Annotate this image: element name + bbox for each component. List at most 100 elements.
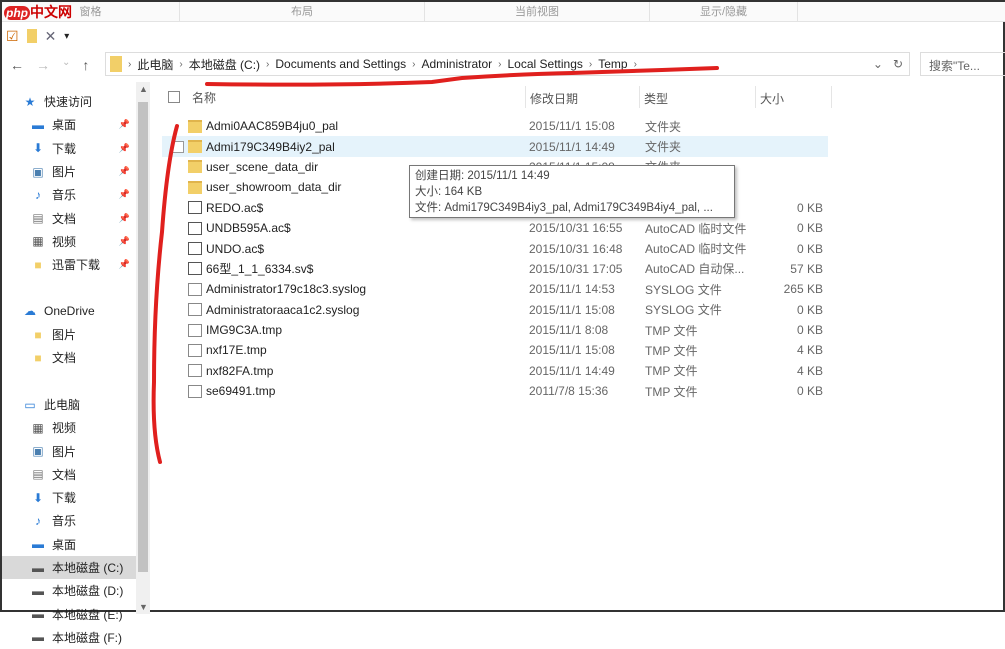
back-button[interactable]: ←: [10, 57, 24, 73]
refresh-icon[interactable]: ↻: [893, 57, 903, 71]
ribbon-group-current-view[interactable]: 当前视图: [425, 2, 650, 21]
ribbon-group-show-hide[interactable]: 显示/隐藏: [650, 2, 798, 21]
sidebar-item[interactable]: ⬇ 下载: [2, 486, 136, 509]
pin-icon[interactable]: 📌: [119, 236, 130, 247]
file-name: nxf82FA.tmp: [206, 363, 274, 378]
file-row[interactable]: UNDO.ac$ 2015/10/31 16:48 AutoCAD 临时文件 0 KB: [162, 238, 828, 258]
sidebar-item[interactable]: ▣ 图片 📌: [2, 160, 136, 183]
folder-tooltip: 创建日期: 2015/11/1 14:49 大小: 164 KB 文件: Adm…: [409, 165, 735, 218]
sidebar-item[interactable]: ▬ 桌面 📌: [2, 113, 136, 136]
column-name-label: 名称: [192, 90, 217, 105]
sidebar-item-label: 音乐: [52, 188, 77, 203]
select-all-checkbox[interactable]: [168, 91, 180, 103]
file-name: se69491.tmp: [206, 384, 276, 399]
sidebar-item[interactable]: ☁ OneDrive: [2, 300, 136, 323]
folder-icon: [188, 180, 202, 194]
navigation-pane: ★ 快速访问 ▬ 桌面 📌 ⬇ 下载 📌 ▣ 图片 📌 ♪ 音乐 📌 ▤ 文档 📌 ▦ 视频 📌 ■ 迅雷下载 📌 ☁ OneD…: [2, 90, 136, 645]
new-folder-icon[interactable]: [26, 29, 37, 43]
sidebar-item[interactable]: ▦ 视频 📌: [2, 230, 136, 253]
file-size: 4 KB: [796, 343, 823, 358]
pin-icon[interactable]: 📌: [119, 213, 130, 224]
cad-icon: [188, 262, 202, 276]
sidebar-item[interactable]: ▬ 本地磁盘 (F:): [2, 626, 136, 649]
sidebar-item[interactable]: ▭ 此电脑: [2, 393, 136, 416]
file-row[interactable]: Admi0AAC859B4ju0_pal 2015/11/1 15:08 文件夹: [162, 116, 828, 136]
column-name[interactable]: 名称: [152, 86, 526, 108]
cad-icon: [188, 201, 202, 215]
column-type[interactable]: 类型: [640, 86, 756, 108]
pin-icon[interactable]: 📌: [119, 166, 130, 177]
address-bar[interactable]: › 此电脑 › 本地磁盘 (C:) › Documents and Settings …: [105, 52, 910, 76]
pin-icon[interactable]: 📌: [119, 119, 130, 130]
file-row[interactable]: Administrator179c18c3.syslog 2015/11/1 14…: [162, 279, 828, 299]
file-name: IMG9C3A.tmp: [206, 323, 283, 338]
sidebar-item[interactable]: ■ 迅雷下载 📌: [2, 253, 136, 276]
file-type: AutoCAD 临时文件: [645, 242, 747, 257]
up-button[interactable]: ↑: [82, 57, 89, 73]
breadcrumb-local-settings[interactable]: Local Settings: [502, 57, 589, 71]
file-row[interactable]: IMG9C3A.tmp 2015/11/1 8:08 TMP 文件 0 KB: [162, 320, 828, 340]
sidebar-item[interactable]: ▤ 文档 📌: [2, 206, 136, 229]
sidebar-item[interactable]: ▬ 本地磁盘 (E:): [2, 603, 136, 626]
pin-icon[interactable]: 📌: [119, 259, 130, 270]
ribbon-group-layout[interactable]: 布局: [180, 2, 425, 21]
file-date: 2015/11/1 14:53: [529, 282, 615, 297]
sidebar-item[interactable]: ▦ 视频: [2, 416, 136, 439]
search-input[interactable]: 搜索"Te...: [920, 52, 1005, 76]
sidebar-item[interactable]: ★ 快速访问: [2, 90, 136, 113]
sidebar-item-label: 图片: [52, 444, 77, 459]
tooltip-files: 文件: Admi179C349B4iy3_pal, Admi179C349B4i…: [415, 202, 713, 214]
sidebar-item[interactable]: ▬ 本地磁盘 (C:): [2, 555, 136, 580]
quick-access-toolbar: ☑ ✕ ▾: [6, 26, 69, 46]
file-date: 2015/11/1 14:49: [529, 139, 615, 154]
file-type: SYSLOG 文件: [645, 303, 722, 318]
forward-button[interactable]: →: [36, 57, 50, 73]
column-date[interactable]: 修改日期: [526, 86, 640, 108]
file-date: 2015/11/1 15:08: [529, 302, 615, 317]
file-row[interactable]: 66型_1_1_6334.sv$ 2015/10/31 17:05 AutoCAD …: [162, 259, 828, 279]
sidebar-item[interactable]: ▬ 本地磁盘 (D:): [2, 579, 136, 602]
sidebar-item-label: 本地磁盘 (D:): [52, 584, 124, 599]
breadcrumb-administrator[interactable]: Administrator: [415, 57, 498, 71]
pin-icon[interactable]: 📌: [119, 189, 130, 200]
sidebar-item[interactable]: ■ 文档: [2, 346, 136, 369]
file-date: 2015/11/1 8:08: [529, 323, 609, 338]
sidebar-item[interactable]: ♪ 音乐: [2, 509, 136, 532]
scrollbar-thumb[interactable]: [138, 102, 148, 572]
breadcrumb-documents-and-settings[interactable]: Documents and Settings: [269, 57, 412, 71]
scroll-down-icon[interactable]: ▼: [139, 602, 148, 612]
file-row[interactable]: UNDB595A.ac$ 2015/10/31 16:55 AutoCAD 临时文件…: [162, 218, 828, 238]
file-size: 0 KB: [796, 241, 823, 256]
breadcrumb-c-drive[interactable]: 本地磁盘 (C:): [183, 56, 266, 73]
sidebar-item[interactable]: ▬ 桌面: [2, 533, 136, 556]
file-list: Admi0AAC859B4ju0_pal 2015/11/1 15:08 文件夹 Ad…: [162, 116, 828, 401]
customize-dropdown-icon[interactable]: ▾: [64, 31, 69, 42]
column-size[interactable]: 大小: [756, 86, 832, 108]
sidebar-item[interactable]: ⬇ 下载 📌: [2, 137, 136, 160]
sidebar-item[interactable]: ■ 图片: [2, 323, 136, 346]
file-row[interactable]: se69491.tmp 2011/7/8 15:36 TMP 文件 0 KB: [162, 381, 828, 401]
file-row[interactable]: Administratoraaca1c2.syslog 2015/11/1 15:…: [162, 300, 828, 320]
history-dropdown-icon[interactable]: ⌄: [873, 57, 883, 71]
sidebar-item[interactable]: ▣ 图片: [2, 439, 136, 462]
sidebar-item[interactable]: ♪ 音乐 📌: [2, 183, 136, 206]
delete-icon[interactable]: ✕: [45, 28, 57, 45]
drive-icon: ▬: [32, 630, 44, 645]
row-checkbox[interactable]: [172, 140, 184, 153]
sidebar-item-label: 图片: [52, 165, 77, 180]
file-row[interactable]: nxf17E.tmp 2015/11/1 15:08 TMP 文件 4 KB: [162, 340, 828, 360]
ribbon-tabs: 窗格 布局 当前视图 显示/隐藏: [2, 2, 1005, 22]
file-row[interactable]: nxf82FA.tmp 2015/11/1 14:49 TMP 文件 4 KB: [162, 361, 828, 381]
scroll-up-icon[interactable]: ▲: [139, 84, 148, 94]
file-icon: [188, 343, 202, 357]
navigation-scrollbar[interactable]: ▲ ▼: [136, 82, 150, 614]
sidebar-item[interactable]: ▤ 文档: [2, 463, 136, 486]
file-row[interactable]: Admi179C349B4iy2_pal 2015/11/1 14:49 文件夹: [162, 136, 828, 157]
sidebar-item-label: 视频: [52, 234, 77, 249]
recent-locations-button[interactable]: ⌄: [62, 57, 70, 73]
pin-icon[interactable]: 📌: [119, 143, 130, 154]
breadcrumb-temp[interactable]: Temp: [592, 57, 633, 71]
breadcrumb-this-pc[interactable]: 此电脑: [131, 56, 179, 73]
properties-icon[interactable]: ☑: [6, 28, 19, 45]
